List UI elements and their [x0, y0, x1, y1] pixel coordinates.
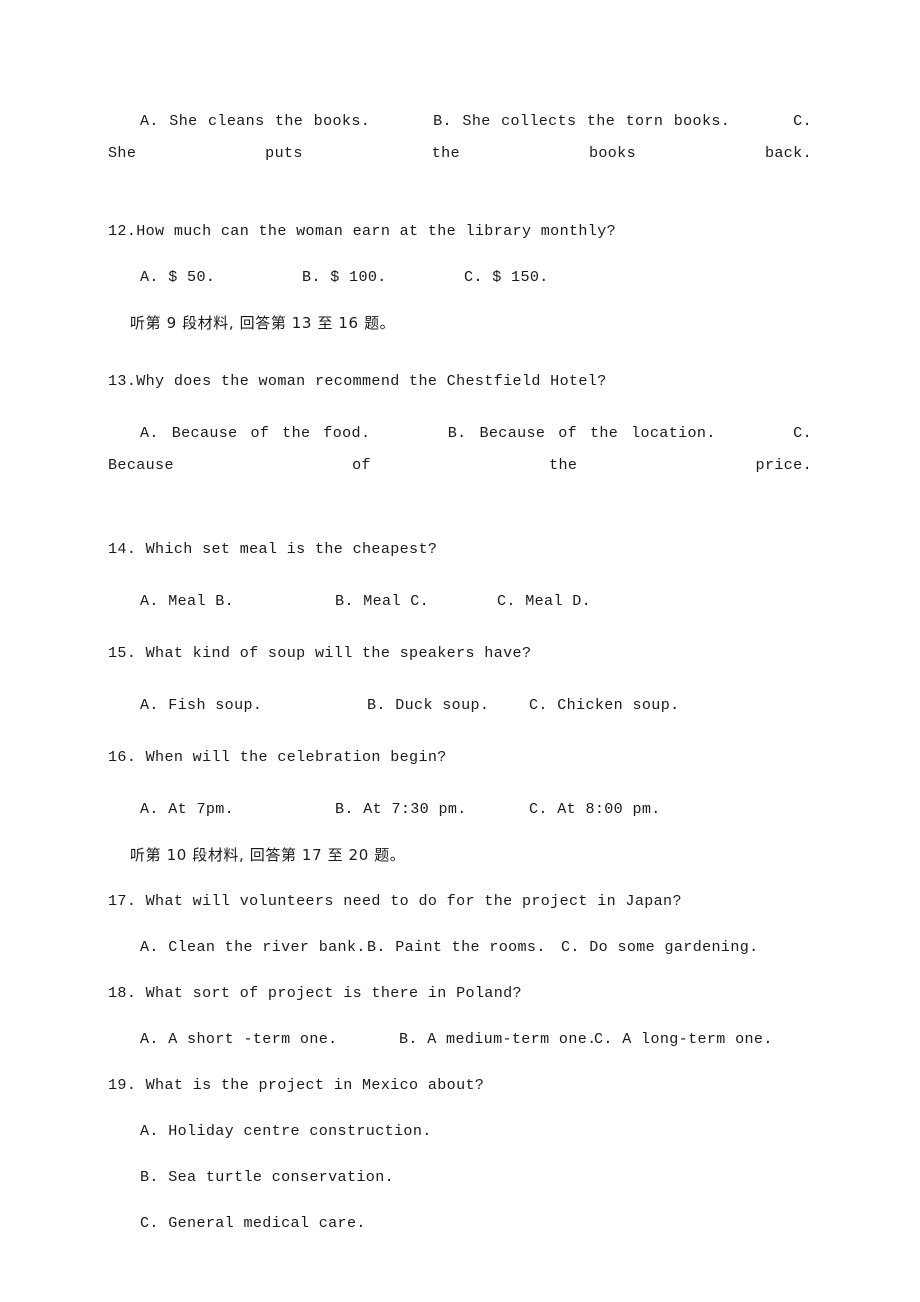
option-b: B. Paint the rooms. — [367, 938, 546, 956]
listening-note-material-10: 听第 10 段材料, 回答第 17 至 20 题。 — [130, 846, 406, 864]
option-a: A. A short -term one. — [140, 1030, 338, 1048]
question-15-stem: 15. What kind of soup will the speakers … — [108, 644, 532, 662]
question-17-stem: 17. What will volunteers need to do for … — [108, 892, 682, 910]
question-19-option-a: A. Holiday centre construction. — [140, 1122, 432, 1140]
option-b: B. Duck soup. — [367, 696, 490, 714]
option-b: B. Meal C. — [335, 592, 430, 610]
document-page: A. She cleans the books. B. She collects… — [0, 0, 920, 1302]
option-c-wrap: back. — [764, 144, 812, 162]
question-12-options: A. $ 50. B. $ 100. C. $ 150. — [108, 261, 812, 293]
option-c: C. Do some gardening. — [561, 938, 759, 956]
option-c: C. Chicken soup. — [529, 696, 680, 714]
option-a: A. Clean the river bank. — [140, 938, 366, 956]
option-a: A. She cleans the books. — [140, 112, 371, 130]
question-14-options: A. Meal B. B. Meal C. C. Meal D. — [108, 585, 812, 617]
text-column: A. She cleans the books. B. She collects… — [108, 105, 812, 1239]
option-b: B. A medium-term one. — [399, 1030, 597, 1048]
option-a: A. Meal B. — [140, 592, 235, 610]
question-11-options: A. She cleans the books. B. She collects… — [108, 105, 812, 201]
question-18-options: A. A short -term one. B. A medium-term o… — [108, 1023, 812, 1055]
option-c: C. Meal D. — [497, 592, 592, 610]
option-b: B. She collects the torn books. — [433, 112, 731, 130]
option-c: C. $ 150. — [464, 268, 549, 286]
option-b: B. Because of the location. — [447, 424, 716, 442]
option-a: A. At 7pm. — [140, 800, 235, 818]
question-17-options: A. Clean the river bank. B. Paint the ro… — [108, 931, 812, 963]
option-a: A. $ 50. — [140, 268, 216, 286]
question-12-stem: 12.How much can the woman earn at the li… — [108, 222, 617, 240]
question-14-stem: 14. Which set meal is the cheapest? — [108, 540, 438, 558]
question-15-options: A. Fish soup. B. Duck soup. C. Chicken s… — [108, 689, 812, 721]
option-b: B. At 7:30 pm. — [335, 800, 467, 818]
listening-note-material-9: 听第 9 段材料, 回答第 13 至 16 题。 — [130, 314, 396, 332]
question-19-stem: 19. What is the project in Mexico about? — [108, 1076, 485, 1094]
option-c-wrap: price. — [755, 456, 812, 474]
question-13-options: A. Because of the food. B. Because of th… — [108, 417, 812, 513]
option-b: B. $ 100. — [302, 268, 387, 286]
question-18-stem: 18. What sort of project is there in Pol… — [108, 984, 522, 1002]
question-19-option-c: C. General medical care. — [140, 1214, 366, 1232]
question-16-options: A. At 7pm. B. At 7:30 pm. C. At 8:00 pm. — [108, 793, 812, 825]
option-c: C. A long-term one. — [594, 1030, 773, 1048]
question-16-stem: 16. When will the celebration begin? — [108, 748, 447, 766]
question-19-option-b: B. Sea turtle conservation. — [140, 1168, 395, 1186]
option-c: C. At 8:00 pm. — [529, 800, 661, 818]
question-13-stem: 13.Why does the woman recommend the Ches… — [108, 372, 607, 390]
option-a: A. Fish soup. — [140, 696, 263, 714]
option-a: A. Because of the food. — [140, 424, 371, 442]
